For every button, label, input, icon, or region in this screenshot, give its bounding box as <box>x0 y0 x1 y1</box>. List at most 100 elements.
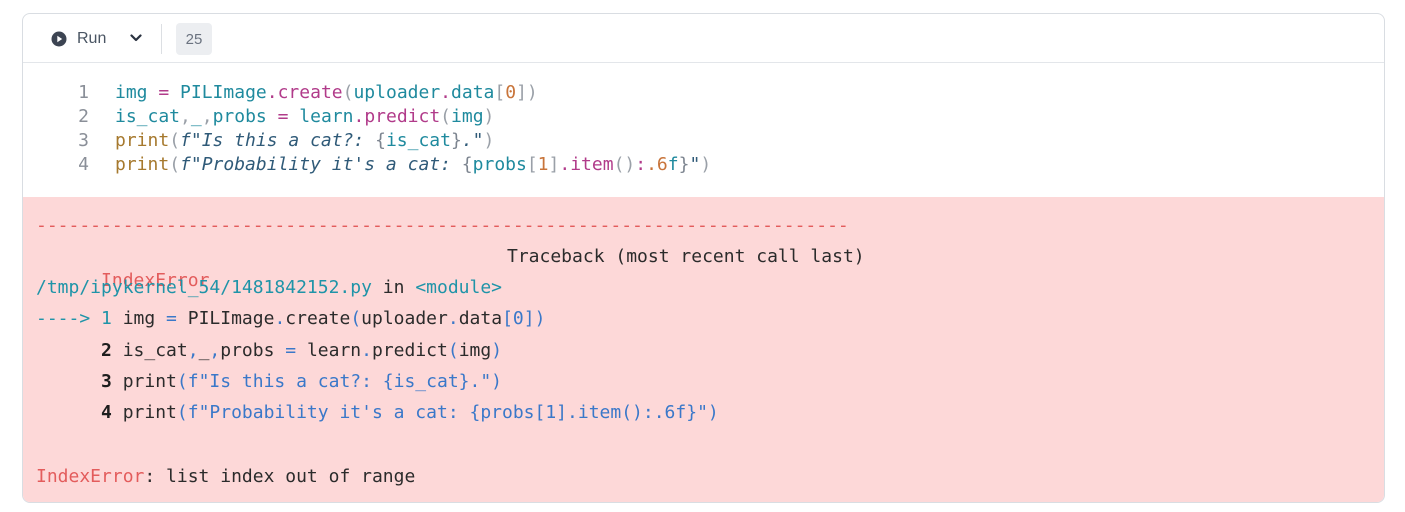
traceback-code-line: ----> 1 img = PILImage.create(uploader.d… <box>36 307 545 331</box>
notebook-cell[interactable]: Run 25 1 img = PILImage.create(uploader.d… <box>22 13 1385 503</box>
code-token: : <box>635 154 647 175</box>
error-output: ----------------------------------------… <box>23 197 1384 502</box>
file-path: /tmp/ipykernel_54/1481842152.py <box>36 277 372 298</box>
traceback-line-marker: ----> 1 <box>36 308 112 329</box>
traceback-code-token: ( <box>350 308 362 329</box>
traceback-code-token: ( <box>447 340 459 361</box>
code-token: .6 <box>646 154 668 175</box>
code-token: probs <box>472 154 527 175</box>
traceback-code-line: 2 is_cat,_,probs = learn.predict(img) <box>36 339 502 363</box>
traceback-code-token: predict <box>372 340 448 361</box>
run-button[interactable]: Run <box>51 26 106 52</box>
code-token: () <box>613 154 636 175</box>
module-name: <module> <box>415 277 503 298</box>
code-token: . <box>440 82 452 103</box>
traceback-code-token: , <box>209 340 221 361</box>
code-token: ] <box>548 154 560 175</box>
line-number: 1 <box>78 82 89 103</box>
run-label: Run <box>77 30 107 47</box>
code-token: PILImage <box>180 82 267 103</box>
code-token: f"Probability it's a cat: <box>180 154 462 175</box>
code-token: { <box>375 130 386 151</box>
code-token: ." <box>461 130 484 151</box>
traceback-code-token: [ <box>502 308 513 329</box>
code-token: . <box>353 106 365 127</box>
code-token: , <box>201 106 213 127</box>
code-token: ) <box>526 82 538 103</box>
traceback-code-token: _ <box>198 340 210 361</box>
code-text: is_cat,_,probs = learn.predict(img) <box>115 105 494 129</box>
code-token: , <box>180 106 191 127</box>
traceback-code-token: uploader <box>361 308 448 329</box>
traceback-code-token: PILImage <box>176 308 275 329</box>
code-token: img <box>451 106 484 127</box>
traceback-code-token: print <box>111 371 177 392</box>
code-token: 1 <box>537 154 549 175</box>
code-token: . <box>559 154 571 175</box>
code-token: probs <box>212 106 267 127</box>
traceback-code-line: 4 print(f"Probability it's a cat: {probs… <box>36 401 719 425</box>
traceback-code-token: ) <box>491 340 503 361</box>
code-token: uploader <box>353 82 441 103</box>
code-token: ) <box>483 130 495 151</box>
traceback-code-token: (f"Probability it's a cat: {probs[1].ite… <box>176 402 719 423</box>
in-word: in <box>382 277 405 298</box>
error-message: : list index out of range <box>144 466 416 487</box>
traceback-code-token: (f"Is this a cat?: {is_cat}.") <box>176 371 502 392</box>
code-token: print <box>115 154 170 175</box>
execution-count-badge: 25 <box>176 23 212 55</box>
traceback-code-token: is_cat <box>111 340 188 361</box>
code-token: ( <box>169 130 181 151</box>
traceback-code-line: 3 print(f"Is this a cat?: {is_cat}.") <box>36 370 502 394</box>
traceback-code-token: 0 <box>512 308 524 329</box>
code-token: learn <box>299 106 354 127</box>
code-text: print(f"Probability it's a cat: {probs[1… <box>115 153 711 177</box>
code-token: ] <box>516 82 527 103</box>
traceback-line-marker: 3 <box>36 371 112 392</box>
code-token: predict <box>364 106 441 127</box>
traceback-code-token: create <box>285 308 351 329</box>
traceback-header-line: IndexError <box>36 245 209 291</box>
play-circle-icon <box>51 31 67 47</box>
traceback-title: Traceback (most recent call last) <box>507 246 865 267</box>
code-token: data <box>451 82 495 103</box>
traceback-code-token: img <box>111 308 167 329</box>
code-token: [ <box>526 154 538 175</box>
code-token: item <box>570 154 614 175</box>
traceback-line-marker: 4 <box>36 402 112 423</box>
code-token: } <box>450 130 462 151</box>
error-message-line: IndexError: list index out of range <box>36 465 415 489</box>
code-token: create <box>277 82 343 103</box>
code-token: 0 <box>505 82 517 103</box>
final-error-name: IndexError <box>36 466 145 487</box>
traceback-code-token: ]) <box>523 308 546 329</box>
code-token: f <box>667 154 679 175</box>
traceback-line-marker: 2 <box>36 340 112 361</box>
code-token: is_cat <box>115 106 181 127</box>
chevron-down-icon <box>130 34 142 42</box>
code-text: img = PILImage.create(uploader.data[0]) <box>115 81 538 105</box>
line-number: 4 <box>78 154 89 175</box>
code-token: ( <box>342 82 354 103</box>
code-token: " <box>689 154 701 175</box>
code-token: ) <box>483 106 495 127</box>
code-token: . <box>266 82 278 103</box>
toolbar-divider <box>161 24 162 54</box>
traceback-code-token: learn <box>296 340 362 361</box>
traceback-location: /tmp/ipykernel_54/1481842152.py in <modu… <box>36 276 502 300</box>
line-number: 3 <box>78 130 89 151</box>
code-token: ) <box>700 154 712 175</box>
code-token: ( <box>169 154 181 175</box>
traceback-code-token: = <box>166 308 177 329</box>
run-options-dropdown[interactable] <box>127 28 145 48</box>
traceback-code-token: print <box>111 402 177 423</box>
code-token: is_cat <box>385 130 451 151</box>
code-token: _ <box>190 106 202 127</box>
code-token: = <box>277 106 289 127</box>
traceback-code-token: . <box>274 308 286 329</box>
code-editor[interactable]: 1 img = PILImage.create(uploader.data[0])… <box>23 63 1384 197</box>
code-text: print(f"Is this a cat?: {is_cat}.") <box>115 129 494 153</box>
